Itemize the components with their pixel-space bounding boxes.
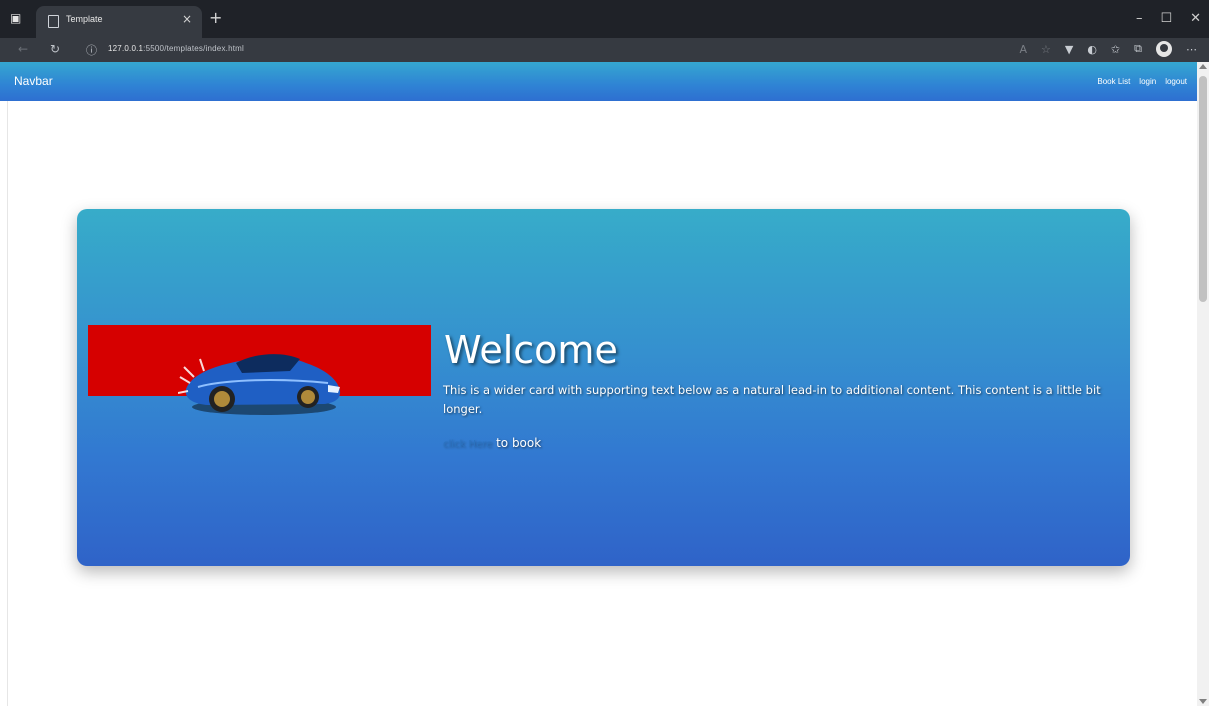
scroll-up-arrow-icon[interactable] (1199, 64, 1207, 69)
minimize-button[interactable]: – (1136, 11, 1143, 26)
url-host: 127.0.0.1 (108, 44, 144, 53)
cta-suffix: to book (496, 436, 542, 450)
card-title: Welcome (444, 328, 618, 372)
extension-icon[interactable]: ▼ (1065, 43, 1073, 56)
window-menu-icon[interactable]: ▣ (10, 12, 24, 24)
site-navbar: Navbar Book List login logout (0, 62, 1209, 101)
maximize-button[interactable]: ☐ (1160, 11, 1172, 26)
site-info-icon[interactable]: ⓘ (86, 42, 97, 58)
navbar-brand[interactable]: Navbar (14, 74, 53, 88)
favorite-star-icon[interactable]: ☆ (1041, 43, 1051, 56)
read-aloud-icon[interactable]: A (1019, 43, 1027, 56)
page-favicon-icon (48, 15, 59, 28)
scrollbar-thumb[interactable] (1199, 76, 1207, 302)
browser-address-bar: ← ↻ ⓘ 127.0.0.1:5500/templates/index.htm… (0, 38, 1209, 62)
nav-link-logout[interactable]: logout (1165, 77, 1187, 86)
card-description: This is a wider card with supporting tex… (443, 383, 1101, 416)
sports-car-icon (178, 354, 341, 415)
welcome-card: Welcome This is a wider card with suppor… (77, 209, 1130, 566)
new-tab-button[interactable]: + (209, 8, 222, 27)
collections-icon[interactable]: ⧉ (1134, 42, 1142, 56)
browser-tab-bar: ▣ Template × + – ☐ ✕ (0, 0, 1209, 38)
browser-tab[interactable]: Template × (36, 6, 202, 38)
nav-link-login[interactable]: login (1139, 77, 1156, 86)
card-call-to-action: click Here to book (443, 436, 541, 450)
window-controls: – ☐ ✕ (1136, 6, 1201, 30)
favorites-icon[interactable]: ✩ (1111, 43, 1120, 56)
car-image (88, 325, 431, 419)
more-menu-icon[interactable]: ⋯ (1186, 43, 1197, 56)
tab-title: Template (66, 14, 103, 24)
navbar-links: Book List login logout (1097, 77, 1187, 86)
reload-icon[interactable]: ↻ (50, 42, 60, 56)
back-arrow-icon[interactable]: ← (18, 42, 28, 56)
page-scrollbar[interactable] (1197, 62, 1209, 706)
close-window-button[interactable]: ✕ (1190, 11, 1201, 26)
book-link[interactable]: click Here (443, 439, 492, 450)
url-field[interactable]: 127.0.0.1:5500/templates/index.html (108, 44, 244, 53)
url-path: :5500/templates/index.html (143, 44, 244, 53)
tab-close-button[interactable]: × (182, 12, 192, 26)
profile-avatar-icon[interactable] (1156, 41, 1172, 57)
scroll-down-arrow-icon[interactable] (1199, 699, 1207, 704)
extension-puzzle-icon[interactable]: ◐ (1087, 43, 1097, 56)
nav-link-book-list[interactable]: Book List (1097, 77, 1130, 86)
browser-toolbar: A ☆ ▼ ◐ ✩ ⧉ ⋯ (1019, 41, 1197, 57)
